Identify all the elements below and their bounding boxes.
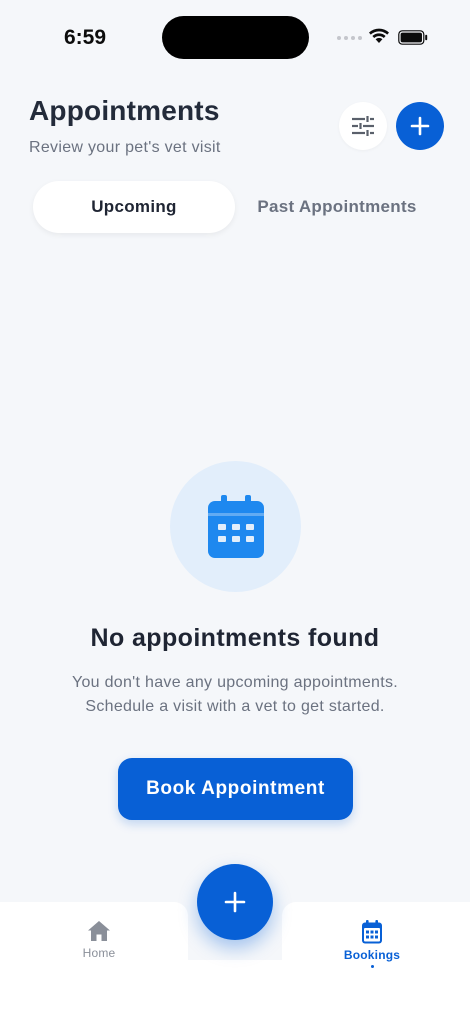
battery-icon [398, 30, 428, 45]
dynamic-island [162, 16, 309, 59]
add-appointment-button[interactable] [396, 102, 444, 150]
signal-icon [337, 36, 362, 40]
page-title: Appointments [29, 95, 220, 126]
sliders-icon [352, 116, 374, 136]
empty-state-icon-circle [170, 461, 301, 592]
tab-past-appointments[interactable]: Past Appointments [239, 181, 435, 233]
empty-state-title: No appointments found [90, 624, 380, 652]
book-appointment-button[interactable]: Book Appointment [118, 758, 353, 820]
nav-label-home: Home [82, 946, 116, 960]
empty-state-message-line-2: Schedule a visit with a vet to get start… [85, 698, 385, 715]
page-subtitle: Review your pet's vet visit [29, 139, 221, 156]
appointments-screen: 6:59 Appointments Review your pet's vet … [0, 0, 470, 1024]
active-indicator-dot [370, 965, 374, 968]
status-bar: 6:59 [0, 0, 470, 70]
plus-icon [410, 116, 430, 136]
wifi-icon [369, 28, 389, 43]
nav-item-bookings[interactable]: Bookings [332, 920, 412, 968]
plus-icon [224, 891, 246, 913]
filter-button[interactable] [339, 102, 387, 150]
tab-upcoming[interactable]: Upcoming [33, 181, 235, 233]
status-time: 6:59 [64, 26, 107, 49]
calendar-icon [362, 920, 382, 944]
home-icon [88, 921, 110, 941]
empty-state-message-line-1: You don't have any upcoming appointments… [71, 674, 399, 691]
nav-item-home[interactable]: Home [59, 920, 139, 960]
floating-add-button[interactable] [197, 864, 273, 940]
appointment-tabs: Upcoming Past Appointments [29, 181, 439, 237]
nav-label-bookings: Bookings [343, 948, 401, 962]
calendar-icon [207, 494, 264, 558]
